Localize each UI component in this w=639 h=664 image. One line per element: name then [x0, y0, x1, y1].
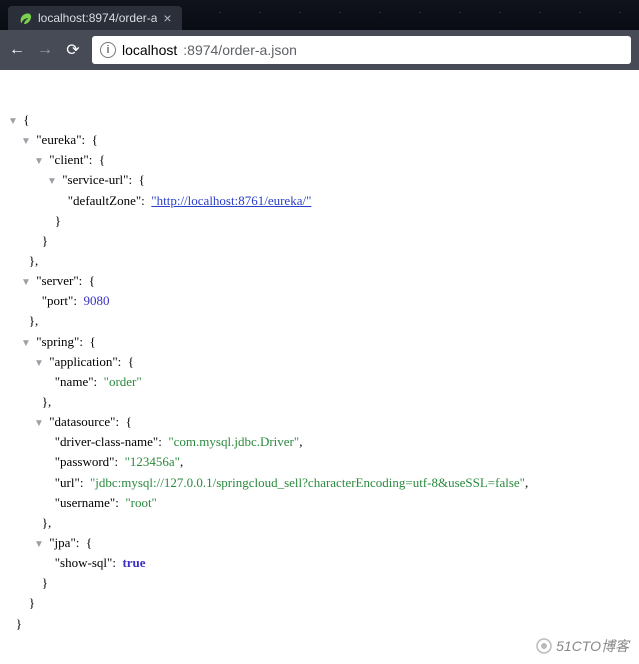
- json-key: "service-url": [62, 172, 128, 187]
- toggle-icon[interactable]: [19, 134, 33, 150]
- json-string-value: "123456a": [125, 454, 180, 469]
- json-string-value: "com.mysql.jdbc.Driver": [168, 434, 299, 449]
- url-path: :8974/order-a.json: [183, 42, 297, 58]
- tab-strip: localhost:8974/order-a ×: [0, 0, 639, 30]
- json-string-value: "order": [104, 374, 142, 389]
- json-key: "show-sql": [55, 555, 113, 570]
- toggle-icon[interactable]: [19, 336, 33, 352]
- json-link-value[interactable]: "http://localhost:8761/eureka/": [151, 193, 311, 208]
- json-viewer: { "eureka": { "client": { "service-url":…: [0, 70, 639, 664]
- json-key: "name": [55, 374, 94, 389]
- browser-tab[interactable]: localhost:8974/order-a ×: [8, 6, 182, 30]
- toggle-icon[interactable]: [6, 114, 20, 130]
- json-key: "port": [42, 293, 74, 308]
- toggle-icon[interactable]: [45, 174, 59, 190]
- toggle-icon[interactable]: [32, 154, 46, 170]
- close-icon[interactable]: ×: [163, 10, 171, 26]
- watermark: 51CTO博客: [536, 636, 629, 658]
- json-number-value: 9080: [83, 293, 109, 308]
- toggle-icon[interactable]: [32, 537, 46, 553]
- json-key: "url": [55, 475, 80, 490]
- json-key: "spring": [36, 334, 79, 349]
- json-key: "jpa": [49, 535, 76, 550]
- back-button[interactable]: ←: [8, 41, 26, 59]
- json-key: "server": [36, 273, 78, 288]
- watermark-text: 51CTO博客: [556, 638, 629, 654]
- json-string-value: "jdbc:mysql://127.0.0.1/springcloud_sell…: [90, 475, 525, 490]
- address-bar[interactable]: i localhost :8974/order-a.json: [92, 36, 631, 64]
- json-bool-value: true: [122, 555, 145, 570]
- json-key: "application": [49, 354, 117, 369]
- info-icon[interactable]: i: [100, 42, 116, 58]
- watermark-icon: [536, 638, 552, 654]
- json-string-value: "root": [125, 495, 157, 510]
- toggle-icon[interactable]: [19, 275, 33, 291]
- json-key: "driver-class-name": [55, 434, 158, 449]
- browser-toolbar: ← → ⟳ i localhost :8974/order-a.json: [0, 30, 639, 70]
- json-key: "datasource": [49, 414, 115, 429]
- json-key: "client": [49, 152, 89, 167]
- toggle-icon[interactable]: [32, 356, 46, 372]
- json-key: "eureka": [36, 132, 81, 147]
- url-host: localhost: [122, 42, 177, 58]
- json-key: "username": [55, 495, 115, 510]
- leaf-icon: [18, 11, 32, 25]
- reload-button[interactable]: ⟳: [64, 40, 82, 60]
- toggle-icon[interactable]: [32, 416, 46, 432]
- json-key: "password": [55, 454, 115, 469]
- json-key: "defaultZone": [68, 193, 141, 208]
- tab-title: localhost:8974/order-a: [38, 11, 157, 25]
- forward-button[interactable]: →: [36, 41, 54, 59]
